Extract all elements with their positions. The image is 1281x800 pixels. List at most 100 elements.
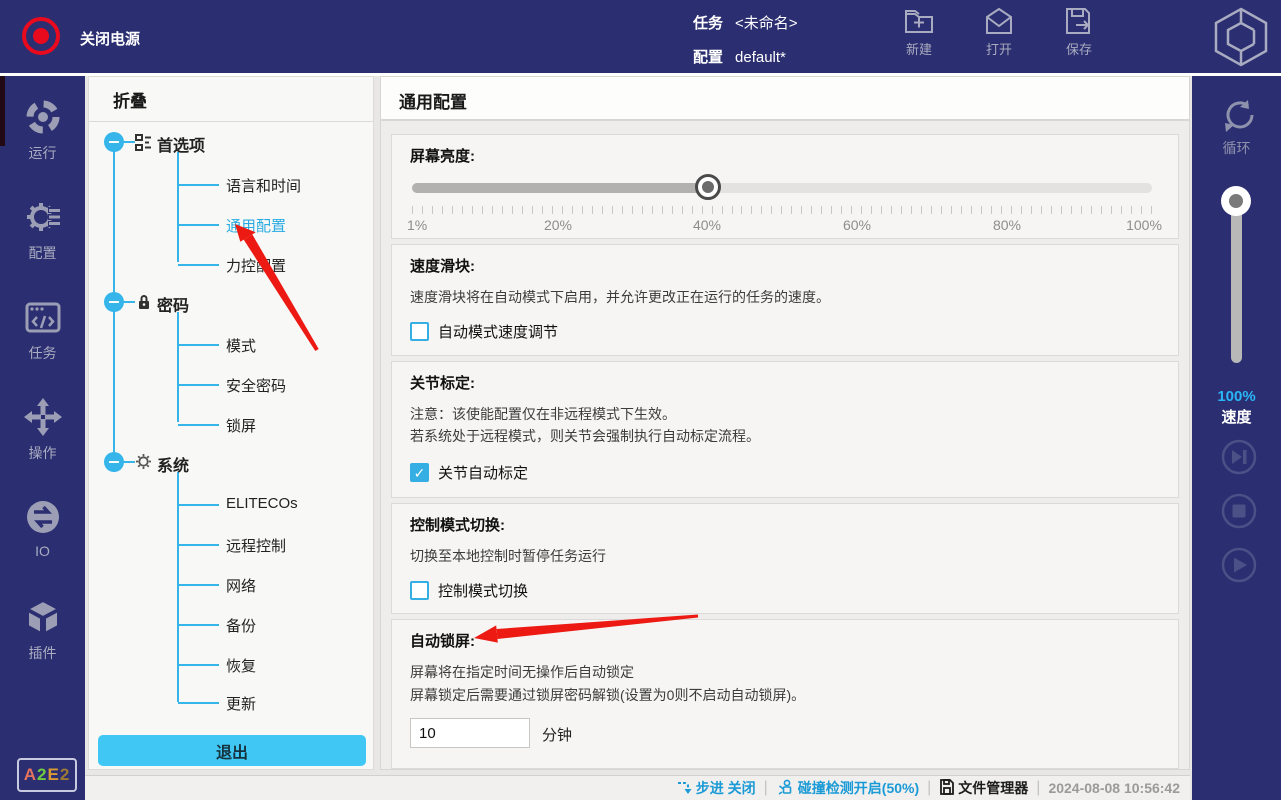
tree-stub <box>178 624 219 626</box>
loop-icon[interactable] <box>1218 98 1256 139</box>
run-icon <box>0 96 85 138</box>
panel-header: 通用配置 <box>381 77 1189 121</box>
speed-slider-vertical[interactable] <box>1231 198 1242 363</box>
sidebar-item-task[interactable]: 任务 <box>0 296 85 363</box>
power-button[interactable] <box>22 17 60 55</box>
open-file-icon <box>967 6 1031 36</box>
tree-item-general-config[interactable]: 通用配置 <box>226 215 286 236</box>
tree-item-network[interactable]: 网络 <box>226 575 256 596</box>
tree-stub <box>123 461 135 463</box>
config-label: 配置 <box>693 49 724 66</box>
speed-slider-handle[interactable] <box>1221 186 1251 216</box>
tree-item-language-time[interactable]: 语言和时间 <box>226 175 301 196</box>
tree-item-update[interactable]: 更新 <box>226 693 256 714</box>
tick-label: 80% <box>992 217 1022 233</box>
auto-speed-checkbox[interactable] <box>410 322 429 341</box>
save-button[interactable]: 保存 <box>1047 6 1111 58</box>
tree-item-lock-screen[interactable]: 锁屏 <box>226 415 256 436</box>
tree-collapse-title[interactable]: 折叠 <box>113 87 147 112</box>
auto-lock-unit-label: 分钟 <box>542 727 573 744</box>
task-icon <box>0 296 85 338</box>
sidebar-item-io[interactable]: IO <box>0 496 85 559</box>
tree-item-backup[interactable]: 备份 <box>226 615 256 636</box>
auto-lock-desc2: 屏幕锁定后需要通过锁屏密码解锁(设置为0则不启动自动锁屏)。 <box>410 687 806 703</box>
play-icon <box>1219 547 1259 589</box>
auto-lock-card: 自动锁屏: 屏幕将在指定时间无操作后自动锁定 屏幕锁定后需要通过锁屏密码解锁(设… <box>391 619 1179 769</box>
power-label: 关闭电源 <box>80 31 141 48</box>
tree-group-preferences[interactable]: 首选项 <box>157 132 205 156</box>
tree-expander-password[interactable] <box>104 292 124 312</box>
elite-logo-icon <box>1210 5 1272 69</box>
file-manager-button[interactable]: 文件管理器 <box>939 778 1028 798</box>
sidebar-item-run[interactable]: 运行 <box>0 96 85 163</box>
separator: | <box>927 779 932 796</box>
tree-group-password[interactable]: 密码 <box>157 292 189 316</box>
tree-stub <box>123 301 135 303</box>
tick-label: 100% <box>1126 217 1162 233</box>
control-mode-checkbox[interactable] <box>410 581 429 600</box>
tree-stub <box>178 184 219 186</box>
open-button[interactable]: 打开 <box>967 6 1031 58</box>
exit-button[interactable]: 退出 <box>98 735 366 766</box>
joint-auto-cal-checkbox[interactable] <box>410 463 429 482</box>
tree-item-restore[interactable]: 恢复 <box>226 655 256 676</box>
joint-calibration-note1: 注意：该使能配置仅在非远程模式下生效。 <box>410 406 676 422</box>
auto-lock-minutes-input[interactable] <box>410 718 530 748</box>
preferences-icon <box>135 134 152 156</box>
speed-slider-title: 速度滑块: <box>410 258 475 275</box>
collision-detection-toggle[interactable]: 碰撞检测开启(50%) <box>776 778 919 798</box>
badge-letters: A2E2 <box>23 765 71 784</box>
auto-lock-desc1: 屏幕将在指定时间无操作后自动锁定 <box>410 664 634 680</box>
stop-button[interactable] <box>1219 491 1259 531</box>
tree-item-safety-password[interactable]: 安全密码 <box>226 375 286 396</box>
tree-expander-preferences[interactable] <box>104 132 124 152</box>
tree-stub <box>178 504 219 506</box>
sidebar-item-config[interactable]: 配置 <box>0 196 85 263</box>
file-manager-icon <box>939 778 955 798</box>
play-button[interactable] <box>1219 545 1259 585</box>
tree-group-system[interactable]: 系统 <box>157 452 189 476</box>
sidebar-item-operate[interactable]: 操作 <box>0 396 85 463</box>
tick-label: 60% <box>842 217 872 233</box>
control-mode-card: 控制模式切换: 切换至本地控制时暂停任务运行 控制模式切换 <box>391 503 1179 614</box>
auto-speed-checkbox-row[interactable]: 自动模式速度调节 <box>410 321 558 342</box>
tree-expander-system[interactable] <box>104 452 124 472</box>
auto-lock-title: 自动锁屏: <box>410 633 475 650</box>
control-mode-checkbox-label: 控制模式切换 <box>438 583 529 600</box>
joint-auto-cal-checkbox-label: 关节自动标定 <box>438 465 529 482</box>
tree-stub <box>178 264 219 266</box>
step-toggle[interactable]: 步进 关闭 <box>676 778 756 798</box>
tick-label: 40% <box>692 217 722 233</box>
brightness-card: 屏幕亮度: 1% 20% 40% 60% 80% 100% <box>391 134 1179 239</box>
skip-next-button[interactable] <box>1219 437 1259 477</box>
tree-stub <box>178 544 219 546</box>
tree-stub <box>178 384 219 386</box>
tree-item-mode[interactable]: 模式 <box>226 335 256 356</box>
config-icon <box>0 196 85 238</box>
datetime-display: 2024-08-08 10:56:42 <box>1048 780 1180 796</box>
brightness-slider-handle[interactable] <box>695 174 721 200</box>
tree-item-force-config[interactable]: 力控配置 <box>226 255 286 276</box>
tree-item-elitecos[interactable]: ELITECOs <box>226 495 298 512</box>
speed-percent: 100% <box>1217 388 1256 405</box>
tree-item-remote-control[interactable]: 远程控制 <box>226 535 286 556</box>
separator: | <box>1036 779 1041 796</box>
new-button[interactable]: 新建 <box>887 6 951 58</box>
tree-stub <box>123 141 135 143</box>
robot-model-badge[interactable]: A2E2 <box>17 758 77 792</box>
joint-calibration-note2: 若系统处于远程模式，则关节会强制执行自动标定流程。 <box>410 428 760 444</box>
tree-stub <box>178 224 219 226</box>
top-bar: 关闭电源 任务 <未命名> 配置 default* 新建 打开 保存 <box>0 0 1281 73</box>
settings-tree-panel: 折叠 首选项 语言和时间 通用配置 力控配置 密码 模式 安全密码 锁屏 系统 … <box>88 76 374 770</box>
step-icon <box>676 779 692 798</box>
tree-stub <box>178 664 219 666</box>
sidebar-item-plugin[interactable]: 插件 <box>0 596 85 663</box>
tick-label: 20% <box>543 217 573 233</box>
left-sidebar: 运行 配置 任务 操作 IO 插件 A2E2 <box>0 76 85 800</box>
loop-label: 循环 <box>1222 140 1251 156</box>
brightness-slider[interactable] <box>412 174 1152 200</box>
control-mode-checkbox-row[interactable]: 控制模式切换 <box>410 580 528 601</box>
power-icon <box>33 28 49 44</box>
control-mode-title: 控制模式切换: <box>410 517 505 534</box>
joint-auto-cal-checkbox-row[interactable]: 关节自动标定 <box>410 462 528 483</box>
